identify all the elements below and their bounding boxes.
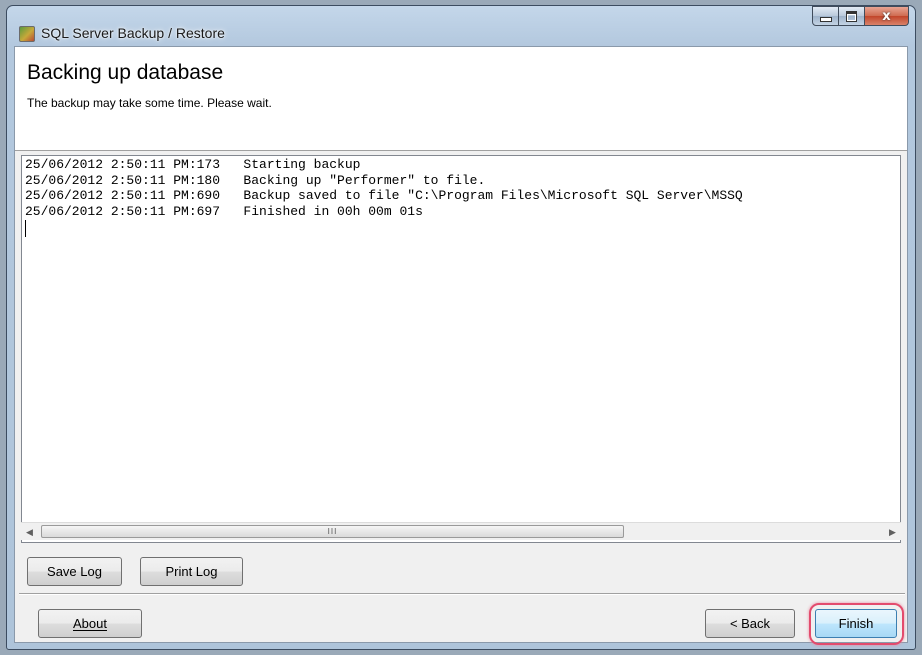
back-button[interactable]: < Back bbox=[705, 609, 795, 638]
main-window: SQL Server Backup / Restore x Backing up… bbox=[6, 5, 916, 650]
log-line: 25/06/2012 2:50:11 PM:173 Starting backu… bbox=[25, 157, 361, 172]
log-textbox[interactable]: 25/06/2012 2:50:11 PM:173 Starting backu… bbox=[21, 155, 901, 543]
footer-separator bbox=[19, 593, 905, 595]
horizontal-scrollbar[interactable]: ◀ III ▶ bbox=[21, 522, 901, 540]
maximize-icon bbox=[846, 10, 857, 22]
log-lines: 25/06/2012 2:50:11 PM:173 Starting backu… bbox=[22, 157, 900, 219]
scrollbar-grip: III bbox=[327, 527, 338, 536]
about-button[interactable]: About bbox=[38, 609, 142, 638]
about-label: About bbox=[73, 616, 107, 631]
save-log-button[interactable]: Save Log bbox=[27, 557, 122, 586]
log-line: 25/06/2012 2:50:11 PM:697 Finished in 00… bbox=[25, 203, 423, 219]
finish-button-highlight bbox=[809, 603, 904, 645]
page-subtitle: The backup may take some time. Please wa… bbox=[27, 96, 272, 110]
text-caret bbox=[25, 220, 26, 237]
window-title: SQL Server Backup / Restore bbox=[41, 25, 225, 41]
scroll-left-arrow-icon[interactable]: ◀ bbox=[21, 524, 38, 540]
wizard-header: Backing up database The backup may take … bbox=[15, 47, 907, 151]
close-icon: x bbox=[882, 8, 891, 24]
close-button[interactable]: x bbox=[865, 6, 909, 26]
title-bar[interactable]: SQL Server Backup / Restore x bbox=[7, 6, 915, 48]
scroll-right-arrow-icon[interactable]: ▶ bbox=[884, 524, 901, 540]
maximize-button[interactable] bbox=[839, 6, 865, 26]
log-line: 25/06/2012 2:50:11 PM:180 Backing up "Pe… bbox=[25, 172, 486, 188]
minimize-icon bbox=[819, 16, 832, 22]
app-icon bbox=[19, 26, 35, 42]
log-line: 25/06/2012 2:50:11 PM:690 Backup saved t… bbox=[25, 188, 743, 203]
window-controls: x bbox=[812, 6, 909, 26]
print-log-button[interactable]: Print Log bbox=[140, 557, 243, 586]
dialog-client: Backing up database The backup may take … bbox=[14, 46, 908, 645]
scrollbar-thumb[interactable]: III bbox=[41, 525, 624, 538]
page-title: Backing up database bbox=[27, 61, 224, 84]
minimize-button[interactable] bbox=[812, 6, 839, 26]
